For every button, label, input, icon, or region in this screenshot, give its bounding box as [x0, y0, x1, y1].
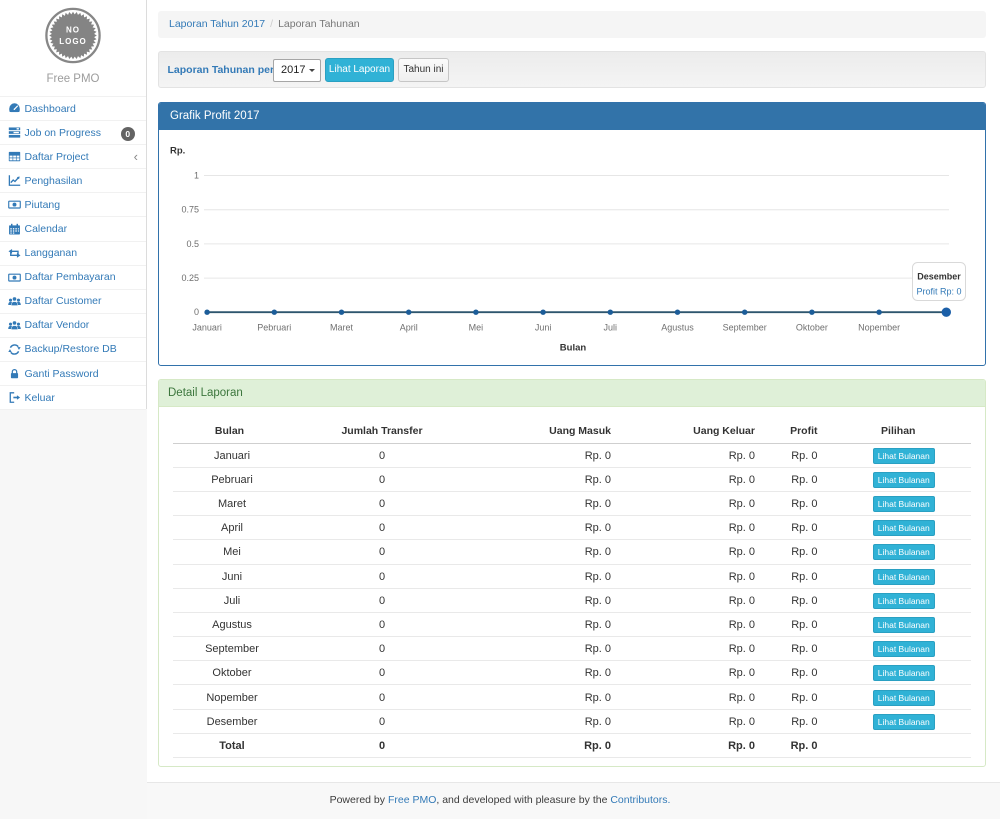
svg-text:Oktober: Oktober — [796, 323, 828, 333]
svg-text:Agustus: Agustus — [661, 323, 694, 333]
svg-text:Nopember: Nopember — [858, 323, 900, 333]
svg-text:NO: NO — [66, 26, 80, 35]
svg-text:Desember: Desember — [917, 272, 961, 282]
svg-text:April: April — [400, 323, 418, 333]
svg-text:LOGO: LOGO — [59, 37, 87, 46]
svg-text:Rp.: Rp. — [170, 146, 185, 157]
svg-text:Juli: Juli — [604, 323, 618, 333]
svg-text:0.5: 0.5 — [186, 239, 199, 249]
svg-text:1: 1 — [194, 171, 199, 181]
svg-text:Juni: Juni — [535, 323, 552, 333]
svg-text:0: 0 — [194, 307, 199, 317]
svg-text:Profit Rp: 0: Profit Rp: 0 — [916, 287, 961, 297]
svg-text:September: September — [723, 323, 767, 333]
svg-text:0.25: 0.25 — [181, 273, 199, 283]
svg-text:Maret: Maret — [330, 323, 354, 333]
svg-text:Bulan: Bulan — [560, 343, 587, 354]
svg-text:Mei: Mei — [469, 323, 484, 333]
svg-text:Pebruari: Pebruari — [257, 323, 291, 333]
svg-text:Januari: Januari — [192, 323, 222, 333]
svg-text:0.75: 0.75 — [181, 205, 199, 215]
